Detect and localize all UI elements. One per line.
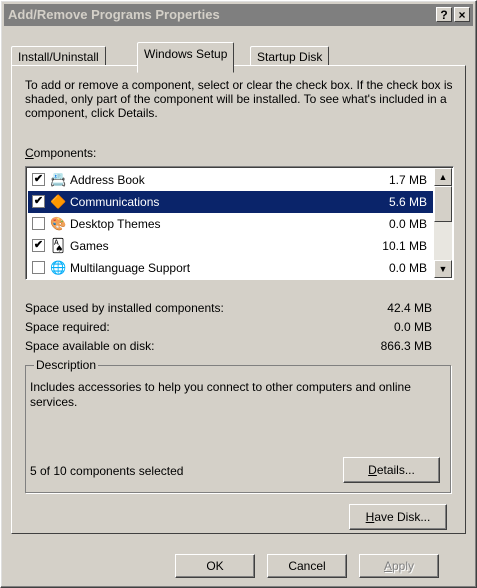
component-name: Games xyxy=(70,239,109,253)
checkbox[interactable] xyxy=(32,217,45,230)
description-legend: Description xyxy=(34,358,99,372)
selected-count: 5 of 10 components selected xyxy=(30,464,184,478)
component-name: Address Book xyxy=(70,173,145,187)
space-available-value: 866.3 MB xyxy=(380,339,432,353)
vertical-scrollbar[interactable]: ▲ ▼ xyxy=(434,168,452,278)
description-text: Includes accessories to help you connect… xyxy=(30,380,411,409)
tab-windows-setup[interactable]: Windows Setup xyxy=(137,42,235,73)
component-size: 5.6 MB xyxy=(388,195,427,209)
games-icon: 🂡 xyxy=(51,238,65,253)
component-size: 1.7 MB xyxy=(388,173,427,187)
checkbox[interactable] xyxy=(32,261,45,274)
windows-setup-panel: To add or remove a component, select or … xyxy=(11,65,466,534)
description-group: Description Includes accessories to help… xyxy=(25,358,451,493)
component-name: Multilanguage Support xyxy=(70,261,191,275)
checkbox[interactable]: ✔ xyxy=(32,239,45,252)
desktop-themes-icon: 🎨 xyxy=(50,216,67,231)
close-button[interactable]: × xyxy=(454,7,470,22)
component-name: Desktop Themes xyxy=(70,217,161,231)
space-required-value: 0.0 MB xyxy=(393,320,432,334)
components-label: Components: xyxy=(25,146,97,160)
space-used-label: Space used by installed components: xyxy=(25,301,224,315)
ok-button[interactable]: OK xyxy=(175,554,255,578)
help-button[interactable]: ? xyxy=(436,7,452,22)
communications-icon: 🔶 xyxy=(50,194,67,209)
list-item[interactable]: 🌐 Multilanguage Support 0.0 MB xyxy=(28,257,433,279)
properties-dialog: Add/Remove Programs Properties ? × Insta… xyxy=(0,0,477,588)
address-book-icon: 📇 xyxy=(50,172,67,187)
scroll-down-icon[interactable]: ▼ xyxy=(434,260,452,278)
list-item[interactable]: ✔ 🂡 Games 10.1 MB xyxy=(28,235,433,257)
cancel-button[interactable]: Cancel xyxy=(267,554,347,578)
checkbox[interactable]: ✔ xyxy=(32,195,45,208)
component-size: 0.0 MB xyxy=(388,261,427,275)
list-item[interactable]: 🎨 Desktop Themes 0.0 MB xyxy=(28,213,433,235)
scroll-up-icon[interactable]: ▲ xyxy=(434,168,452,186)
instructions-text: To add or remove a component, select or … xyxy=(25,78,453,120)
component-name: Communications xyxy=(70,195,160,209)
components-list[interactable]: ✔ 📇 Address Book 1.7 MB ✔ 🔶 Communicatio… xyxy=(25,166,454,280)
list-item-selected[interactable]: ✔ 🔶 Communications 5.6 MB xyxy=(28,191,433,213)
scroll-thumb[interactable] xyxy=(434,186,452,222)
space-used-value: 42.4 MB xyxy=(387,301,432,315)
component-size: 10.1 MB xyxy=(382,239,427,253)
list-item[interactable]: ✔ 📇 Address Book 1.7 MB xyxy=(28,169,433,191)
apply-button: Apply xyxy=(359,554,439,578)
space-available-label: Space available on disk: xyxy=(25,339,155,353)
component-size: 0.0 MB xyxy=(388,217,427,231)
title-bar[interactable]: Add/Remove Programs Properties ? × xyxy=(4,4,473,26)
checkbox[interactable]: ✔ xyxy=(32,173,45,186)
window-title: Add/Remove Programs Properties xyxy=(8,7,220,22)
details-button[interactable]: Details... xyxy=(343,457,440,483)
space-required-label: Space required: xyxy=(25,320,110,334)
globe-icon: 🌐 xyxy=(50,260,67,275)
have-disk-button[interactable]: Have Disk... xyxy=(349,504,447,530)
